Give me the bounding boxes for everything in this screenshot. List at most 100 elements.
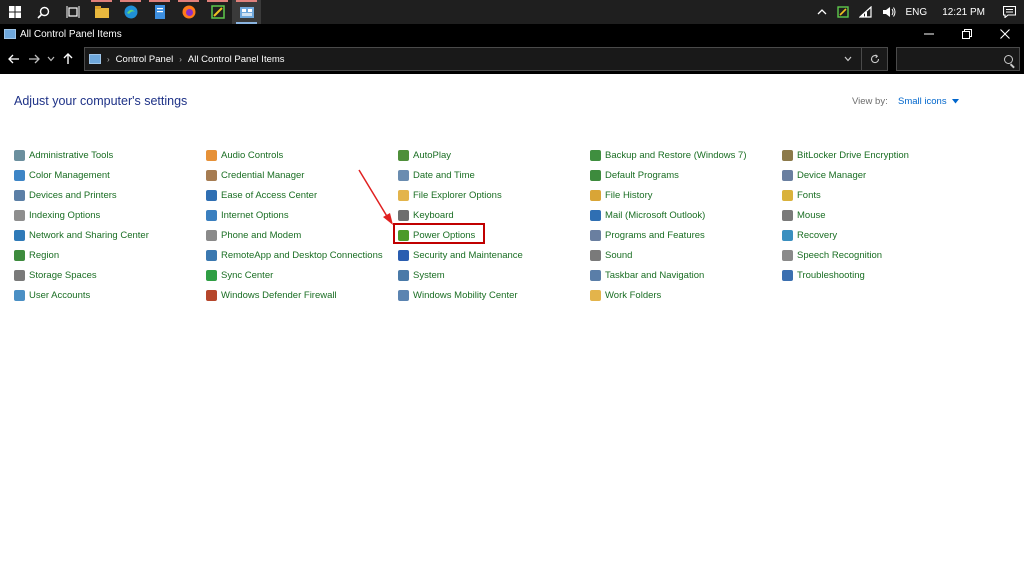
user-accounts-icon xyxy=(14,289,25,301)
item-label: Audio Controls xyxy=(221,149,284,161)
item-phone-and-modem[interactable]: Phone and Modem xyxy=(206,227,301,243)
control-panel-title-icon xyxy=(4,29,16,39)
item-date-and-time[interactable]: Date and Time xyxy=(398,167,475,183)
item-remoteapp-and-desktop-connections[interactable]: RemoteApp and Desktop Connections xyxy=(206,247,383,263)
view-by-value: Small icons xyxy=(898,96,947,107)
item-label: Sync Center xyxy=(221,269,274,281)
notes-taskbar-button[interactable] xyxy=(145,0,174,24)
address-box[interactable]: › Control Panel › All Control Panel Item… xyxy=(84,47,888,71)
search-input[interactable] xyxy=(897,48,997,70)
up-button[interactable] xyxy=(58,44,78,74)
item-security-and-maintenance[interactable]: Security and Maintenance xyxy=(398,247,523,263)
speech-icon xyxy=(782,249,793,261)
search-taskbar-button[interactable] xyxy=(29,0,58,24)
item-bitlocker-drive-encryption[interactable]: BitLocker Drive Encryption xyxy=(782,147,909,163)
item-ease-of-access-center[interactable]: Ease of Access Center xyxy=(206,187,317,203)
item-label: File History xyxy=(605,189,653,201)
forward-button[interactable] xyxy=(24,44,44,74)
item-devices-and-printers[interactable]: Devices and Printers xyxy=(14,187,117,203)
arrow-up-icon xyxy=(63,53,73,64)
restore-button[interactable] xyxy=(948,24,986,44)
item-mouse[interactable]: Mouse xyxy=(782,207,826,223)
address-dropdown-button[interactable] xyxy=(835,56,861,62)
item-keyboard[interactable]: Keyboard xyxy=(398,207,454,223)
item-administrative-tools[interactable]: Administrative Tools xyxy=(14,147,113,163)
breadcrumb-control-panel[interactable]: Control Panel xyxy=(116,54,174,65)
file-explorer-taskbar-button[interactable] xyxy=(87,0,116,24)
refresh-icon xyxy=(870,54,879,64)
indexing-icon xyxy=(14,209,25,221)
credential-icon xyxy=(206,169,217,181)
item-internet-options[interactable]: Internet Options xyxy=(206,207,289,223)
task-view-button[interactable] xyxy=(58,0,87,24)
item-windows-defender-firewall[interactable]: Windows Defender Firewall xyxy=(206,287,337,303)
tray-network-button[interactable] xyxy=(854,0,877,24)
window-titlebar[interactable]: All Control Panel Items xyxy=(0,24,1024,44)
item-label: Device Manager xyxy=(797,169,867,181)
item-fonts[interactable]: Fonts xyxy=(782,187,821,203)
item-device-manager[interactable]: Device Manager xyxy=(782,167,866,183)
close-button[interactable] xyxy=(986,24,1024,44)
refresh-button[interactable] xyxy=(861,48,887,70)
item-color-management[interactable]: Color Management xyxy=(14,167,110,183)
flag-icon xyxy=(398,249,409,261)
item-troubleshooting[interactable]: Troubleshooting xyxy=(782,267,865,283)
search-box[interactable] xyxy=(896,47,1020,71)
view-by-dropdown[interactable]: Small icons xyxy=(898,96,960,107)
tray-overflow-button[interactable] xyxy=(812,0,832,24)
control-panel-icon xyxy=(239,6,254,18)
item-taskbar-and-navigation[interactable]: Taskbar and Navigation xyxy=(590,267,704,283)
item-network-and-sharing-center[interactable]: Network and Sharing Center xyxy=(14,227,149,243)
item-credential-manager[interactable]: Credential Manager xyxy=(206,167,304,183)
sync-icon xyxy=(206,269,217,281)
snip-taskbar-button[interactable] xyxy=(203,0,232,24)
item-default-programs[interactable]: Default Programs xyxy=(590,167,679,183)
firewall-icon xyxy=(206,289,217,301)
item-region[interactable]: Region xyxy=(14,247,59,263)
mouse-icon xyxy=(782,209,793,221)
item-system[interactable]: System xyxy=(398,267,445,283)
item-speech-recognition[interactable]: Speech Recognition xyxy=(782,247,882,263)
tray-clock[interactable]: 12:21 PM xyxy=(932,0,995,24)
item-autoplay[interactable]: AutoPlay xyxy=(398,147,451,163)
firefox-taskbar-button[interactable] xyxy=(174,0,203,24)
start-button[interactable] xyxy=(0,0,29,24)
item-recovery[interactable]: Recovery xyxy=(782,227,837,243)
item-mail-microsoft-outlook[interactable]: Mail (Microsoft Outlook) xyxy=(590,207,705,223)
recent-locations-button[interactable] xyxy=(44,44,58,74)
control-panel-taskbar-button[interactable] xyxy=(232,0,261,24)
ease-of-access-icon xyxy=(206,189,217,201)
chevron-down-icon xyxy=(844,56,852,62)
item-file-explorer-options[interactable]: File Explorer Options xyxy=(398,187,502,203)
fonts-icon xyxy=(782,189,793,201)
item-label: Mouse xyxy=(797,209,826,221)
tray-language[interactable]: ENG xyxy=(901,0,933,24)
item-file-history[interactable]: File History xyxy=(590,187,653,203)
tray-volume-button[interactable] xyxy=(877,0,901,24)
tray-notifications-button[interactable] xyxy=(995,0,1024,24)
close-icon xyxy=(1000,29,1010,39)
item-programs-and-features[interactable]: Programs and Features xyxy=(590,227,705,243)
tray-snip-button[interactable] xyxy=(832,0,854,24)
caret-down-icon xyxy=(952,99,960,104)
item-label: BitLocker Drive Encryption xyxy=(797,149,909,161)
item-sync-center[interactable]: Sync Center xyxy=(206,267,273,283)
item-storage-spaces[interactable]: Storage Spaces xyxy=(14,267,97,283)
item-backup-and-restore-windows-7[interactable]: Backup and Restore (Windows 7) xyxy=(590,147,747,163)
item-label: Region xyxy=(29,249,60,261)
item-audio-controls[interactable]: Audio Controls xyxy=(206,147,283,163)
item-work-folders[interactable]: Work Folders xyxy=(590,287,661,303)
window-title: All Control Panel Items xyxy=(20,28,122,40)
item-user-accounts[interactable]: User Accounts xyxy=(14,287,90,303)
item-indexing-options[interactable]: Indexing Options xyxy=(14,207,100,223)
item-windows-mobility-center[interactable]: Windows Mobility Center xyxy=(398,287,518,303)
item-sound[interactable]: Sound xyxy=(590,247,632,263)
back-button[interactable] xyxy=(4,44,24,74)
chevron-up-icon xyxy=(817,9,826,15)
storage-icon xyxy=(14,269,25,281)
task-view-icon xyxy=(66,6,79,18)
minimize-button[interactable] xyxy=(910,24,948,44)
keyboard-icon xyxy=(398,209,409,221)
breadcrumb-all-items[interactable]: All Control Panel Items xyxy=(188,54,285,65)
edge-taskbar-button[interactable] xyxy=(116,0,145,24)
